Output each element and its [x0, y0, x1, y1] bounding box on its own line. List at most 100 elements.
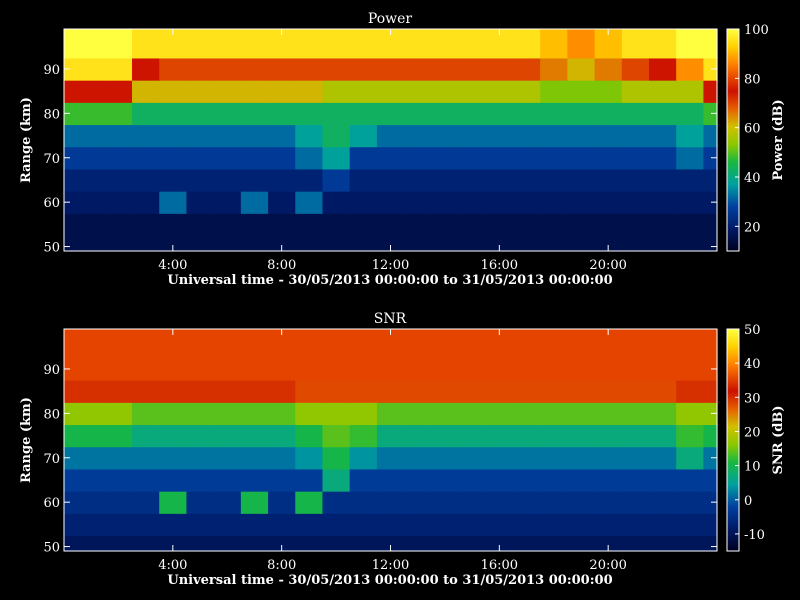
- heatmap-cell: [159, 146, 188, 170]
- heatmap-cell: [268, 191, 296, 214]
- heatmap-cell: [648, 357, 677, 381]
- heatmap-cell: [512, 357, 541, 381]
- snr-panel: SNR 4:00 8:00 12:00 16:00 20:00 50 60 70 80 90 Ra…: [19, 311, 786, 588]
- heatmap-cell: [349, 513, 378, 537]
- colorbar-tick-label: 20: [744, 425, 761, 440]
- heatmap-cell: [621, 235, 650, 252]
- heatmap-cell: [322, 102, 351, 126]
- heatmap-cell: [431, 446, 460, 470]
- heatmap-cell: [322, 446, 351, 470]
- heatmap-cell: [540, 468, 568, 492]
- heatmap-cell: [703, 80, 718, 103]
- heatmap-cell: [64, 29, 79, 59]
- heatmap-cell: [512, 146, 541, 170]
- heatmap-cell: [703, 124, 718, 148]
- colorbar-tick-label: 20: [744, 220, 761, 235]
- heatmap-cell: [621, 191, 650, 214]
- colorbar-tick-label: 100: [744, 23, 769, 38]
- heatmap-cell: [512, 191, 541, 214]
- heatmap-cell: [703, 168, 718, 192]
- heatmap-cell: [213, 446, 242, 470]
- heatmap-cell: [567, 235, 596, 252]
- heatmap-cell: [240, 213, 269, 237]
- heatmap-cell: [594, 446, 623, 470]
- heatmap-cell: [295, 191, 324, 214]
- heatmap-cell: [268, 102, 296, 126]
- heatmap-cell: [159, 168, 188, 192]
- heatmap-cell: [186, 513, 215, 537]
- heatmap-cell: [159, 57, 188, 81]
- heatmap-cell: [376, 446, 405, 470]
- heatmap-cell: [159, 124, 188, 148]
- heatmap-cell: [540, 357, 568, 381]
- heatmap-cell: [676, 424, 704, 448]
- heatmap-cell: [512, 168, 541, 192]
- heatmap-cell: [213, 535, 242, 552]
- heatmap-cell: [567, 535, 596, 552]
- heatmap-cell: [540, 235, 568, 252]
- heatmap-cell: [376, 513, 405, 537]
- heatmap-cell: [567, 57, 596, 81]
- heatmap-cell: [268, 57, 296, 81]
- heatmap-cell: [540, 80, 568, 103]
- heatmap-cell: [240, 357, 269, 381]
- heatmap-cell: [295, 446, 324, 470]
- heatmap-cell: [77, 57, 106, 81]
- heatmap-cell: [485, 357, 514, 381]
- power-heatmap: [64, 29, 718, 252]
- heatmap-cell: [431, 213, 460, 237]
- heatmap-cell: [104, 329, 133, 359]
- heatmap-cell: [621, 446, 650, 470]
- heatmap-cell: [322, 57, 351, 81]
- heatmap-cell: [349, 357, 378, 381]
- power-colorbar-label: Power (dB): [771, 99, 786, 180]
- heatmap-cell: [132, 402, 160, 426]
- heatmap-cell: [295, 513, 324, 537]
- heatmap-cell: [431, 235, 460, 252]
- y-tick-label: 80: [43, 107, 60, 122]
- heatmap-cell: [268, 213, 296, 237]
- heatmap-cell: [431, 124, 460, 148]
- heatmap-cell: [676, 146, 704, 170]
- heatmap-cell: [512, 446, 541, 470]
- heatmap-cell: [213, 424, 242, 448]
- snr-ylabel: Range (km): [19, 397, 34, 483]
- y-tick-label: 90: [43, 63, 60, 78]
- heatmap-cell: [458, 168, 487, 192]
- heatmap-cell: [104, 146, 133, 170]
- heatmap-cell: [240, 235, 269, 252]
- heatmap-cell: [676, 357, 704, 381]
- y-tick-label: 70: [43, 452, 60, 467]
- heatmap-cell: [132, 191, 160, 214]
- heatmap-cell: [322, 235, 351, 252]
- heatmap-cell: [322, 29, 351, 59]
- heatmap-cell: [349, 191, 378, 214]
- heatmap-cell: [431, 380, 460, 403]
- heatmap-cell: [104, 168, 133, 192]
- heatmap-cell: [376, 468, 405, 492]
- heatmap-cell: [240, 168, 269, 192]
- heatmap-cell: [240, 402, 269, 426]
- heatmap-cell: [621, 168, 650, 192]
- heatmap-cell: [567, 29, 596, 59]
- figure: Power 4:00 8:00 12:00 16:00 20:005060708090 …: [19, 11, 786, 588]
- heatmap-cell: [567, 191, 596, 214]
- heatmap-cell: [64, 380, 79, 403]
- heatmap-cell: [676, 191, 704, 214]
- heatmap-cell: [295, 491, 324, 514]
- heatmap-cell: [621, 402, 650, 426]
- heatmap-cell: [458, 446, 487, 470]
- heatmap-cell: [186, 124, 215, 148]
- heatmap-cell: [322, 146, 351, 170]
- heatmap-cell: [240, 29, 269, 59]
- heatmap-cell: [132, 380, 160, 403]
- heatmap-cell: [159, 357, 188, 381]
- heatmap-cell: [676, 468, 704, 492]
- heatmap-cell: [213, 168, 242, 192]
- heatmap-cell: [431, 29, 460, 59]
- heatmap-cell: [540, 424, 568, 448]
- colorbar-tick-label: 40: [744, 357, 761, 372]
- heatmap-cell: [458, 102, 487, 126]
- heatmap-cell: [322, 491, 351, 514]
- colorbar-tick-label: 50: [744, 323, 761, 338]
